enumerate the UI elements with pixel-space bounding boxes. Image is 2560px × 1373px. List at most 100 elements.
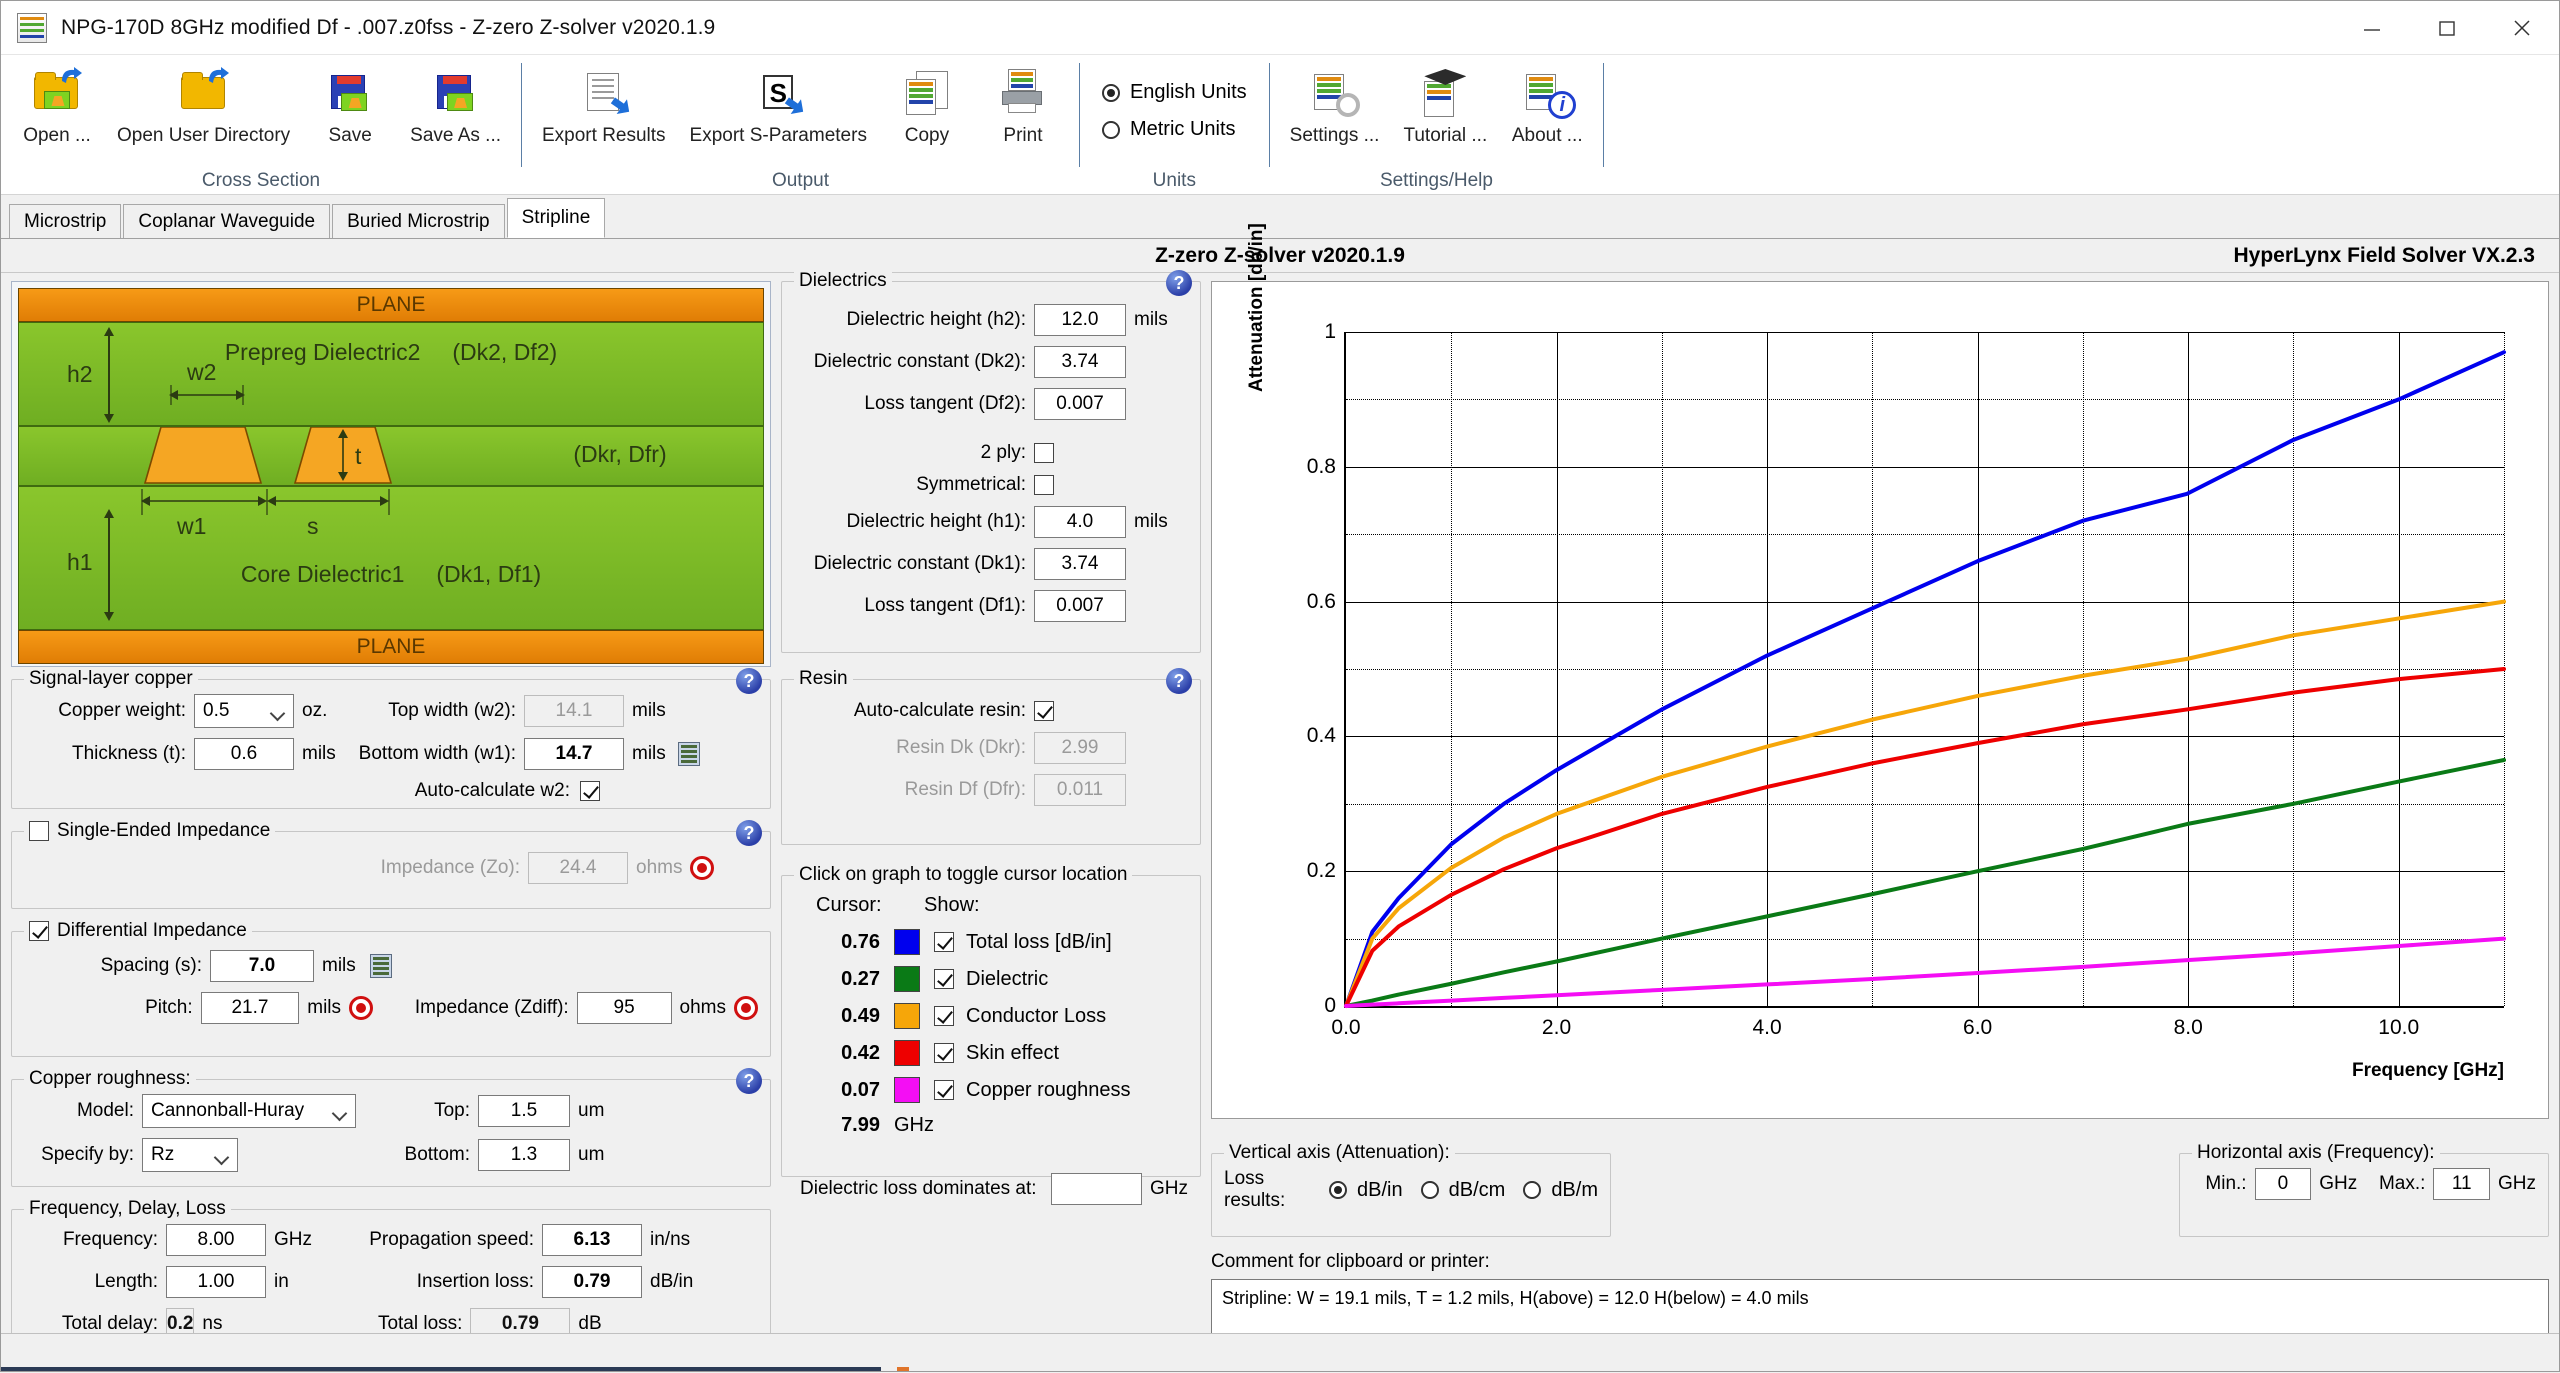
save-button[interactable]: Save: [302, 61, 398, 147]
loss-results-radio-db-m[interactable]: dB/m: [1523, 1179, 1598, 1202]
settings-button[interactable]: Settings ...: [1278, 61, 1392, 147]
show-checkbox-skin-effect[interactable]: [934, 1043, 954, 1063]
tab-stripline[interactable]: Stripline: [506, 198, 606, 238]
roughness-model-select[interactable]: Cannonball-Huray: [142, 1094, 356, 1128]
loss-results-label: Loss results:: [1224, 1168, 1286, 1211]
tab-buried-microstrip-label: Buried Microstrip: [347, 210, 490, 232]
copper-weight-select[interactable]: 0.5: [194, 694, 294, 728]
show-checkbox-total-loss[interactable]: [934, 932, 954, 952]
close-button[interactable]: [2484, 1, 2559, 55]
signal-layer-copper-help-icon[interactable]: ?: [736, 668, 762, 694]
tab-coplanar-waveguide[interactable]: Coplanar Waveguide: [123, 204, 331, 238]
ytick-0-8: 0.8: [1306, 454, 1336, 478]
axis-min-field[interactable]: 0: [2254, 1168, 2312, 1200]
axis-max-field[interactable]: 11: [2433, 1168, 2491, 1200]
show-checkbox-copper-roughness[interactable]: [934, 1080, 954, 1100]
english-units-radio-dot: [1101, 83, 1120, 102]
spacing-calculator-icon[interactable]: [369, 954, 392, 978]
color-swatch-dielectric: [894, 966, 920, 992]
export-results-button[interactable]: Export Results: [530, 61, 678, 147]
series-dielectric: [1346, 760, 2504, 1006]
dielectric-constant-dk2-field[interactable]: 3.74: [1034, 346, 1126, 378]
auto-calculate-w2-checkbox[interactable]: [580, 781, 600, 801]
thickness-field[interactable]: 0.6: [194, 738, 294, 770]
tab-buried-microstrip[interactable]: Buried Microstrip: [332, 204, 505, 238]
window-controls: [2334, 1, 2559, 55]
copy-icon: [898, 67, 956, 119]
impedance-zo-target-icon[interactable]: [690, 856, 715, 880]
dielectric-constant-dk1-field[interactable]: 3.74: [1034, 548, 1126, 580]
length-field[interactable]: 1.00: [166, 1266, 266, 1298]
show-checkbox-dielectric[interactable]: [934, 969, 954, 989]
dielectrics-help-icon[interactable]: ?: [1166, 270, 1192, 296]
open-button[interactable]: Open ...: [9, 61, 105, 147]
save-as-button[interactable]: Save As ...: [398, 61, 513, 147]
loss-tangent-df1-label: Loss tangent (Df1):: [864, 595, 1026, 616]
open-user-directory-button[interactable]: Open User Directory: [105, 61, 302, 147]
axis-max-label: Max.:: [2378, 1173, 2426, 1194]
auto-calculate-resin-checkbox[interactable]: [1034, 701, 1054, 721]
tab-microstrip[interactable]: Microstrip: [9, 204, 122, 238]
dielectric-dominates-field[interactable]: [1050, 1173, 1142, 1205]
open-folder-icon: [28, 67, 86, 119]
application-window: NPG-170D 8GHz modified Df - .007.z0fss -…: [0, 0, 2560, 1372]
loss-tangent-df2-field[interactable]: 0.007: [1034, 388, 1126, 420]
frequency-field[interactable]: 8.00: [166, 1224, 266, 1256]
zdiff-unit: ohms: [679, 997, 726, 1018]
window-title: NPG-170D 8GHz modified Df - .007.z0fss -…: [61, 15, 716, 39]
resin-help-icon[interactable]: ?: [1166, 668, 1192, 694]
two-ply-checkbox[interactable]: [1034, 443, 1054, 463]
copper-roughness-group: Copper roughness: ? Model: Cannonball-Hu…: [11, 1068, 771, 1187]
solver-title: Z-zero Z-solver v2020.1.9: [1155, 243, 1405, 267]
ribbon-toolbar: Open ... Open User Directory Save Save A…: [1, 55, 2559, 195]
export-s-parameters-button[interactable]: S Export S-Parameters: [678, 61, 879, 147]
legend-row-copper-roughness: 0.07 Copper roughness: [816, 1077, 1188, 1103]
ribbon-separator: [521, 63, 522, 167]
print-button[interactable]: Print: [975, 61, 1071, 147]
dielectric-height-h1-field[interactable]: 4.0: [1034, 506, 1126, 538]
maximize-button[interactable]: [2409, 1, 2484, 55]
resin-df-label: Resin Df (Dfr):: [904, 779, 1026, 800]
roughness-top-field[interactable]: 1.5: [478, 1095, 570, 1127]
ribbon-group-output: Export Results S Export S-Parameters Cop…: [530, 55, 1071, 195]
ytick-0-4: 0.4: [1306, 724, 1336, 748]
pitch-target-icon[interactable]: [349, 996, 374, 1020]
loss-results-radio-db-cm[interactable]: dB/cm: [1420, 1179, 1505, 1202]
tutorial-button[interactable]: Tutorial ...: [1391, 61, 1499, 147]
roughness-top-label: Top:: [434, 1100, 470, 1121]
differential-impedance-checkbox[interactable]: [29, 921, 49, 941]
insertion-loss-unit: dB/in: [650, 1271, 694, 1292]
single-ended-help-icon[interactable]: ?: [736, 820, 762, 846]
dielectric-height-h2-field[interactable]: 12.0: [1034, 304, 1126, 336]
zdiff-field[interactable]: 95: [576, 992, 672, 1024]
show-checkbox-conductor-loss[interactable]: [934, 1006, 954, 1026]
dielectric-dominates-unit: GHz: [1150, 1178, 1188, 1199]
loss-results-radio-db-in[interactable]: dB/in: [1329, 1179, 1403, 1202]
copy-button[interactable]: Copy: [879, 61, 975, 147]
differential-impedance-group: Differential Impedance Spacing (s): 7.0 …: [11, 920, 771, 1057]
loss-tangent-df1-field[interactable]: 0.007: [1034, 590, 1126, 622]
roughness-bottom-field[interactable]: 1.3: [478, 1139, 570, 1171]
chart-y-axis-label: Attenuation [db/in]: [1246, 223, 1267, 392]
metric-units-radio[interactable]: Metric Units: [1101, 118, 1247, 141]
copper-roughness-help-icon[interactable]: ?: [736, 1068, 762, 1094]
total-delay-unit: ns: [202, 1313, 223, 1334]
spacing-field[interactable]: 7.0: [210, 950, 314, 982]
xtick-0: 0.0: [1331, 1016, 1361, 1039]
single-ended-impedance-checkbox[interactable]: [29, 821, 49, 841]
english-units-radio[interactable]: English Units: [1101, 81, 1247, 104]
open-user-directory-label: Open User Directory: [117, 125, 291, 146]
bottom-width-field[interactable]: 14.7: [524, 738, 624, 770]
symmetrical-checkbox[interactable]: [1034, 475, 1054, 495]
bottom-width-calculator-icon[interactable]: [677, 742, 700, 766]
about-button[interactable]: i About ...: [1499, 61, 1595, 147]
pitch-field[interactable]: 21.7: [200, 992, 300, 1024]
print-button-label: Print: [1003, 125, 1043, 146]
minimize-button[interactable]: [2334, 1, 2409, 55]
cross-section-diagram: PLANE Prepreg Dielectric2 (Dk2, Df2) h2 …: [11, 281, 771, 667]
attenuation-chart[interactable]: 1 0.8 0.6 0.4 0.2 0 0.0 2.0 4.0 6.0 8.0 …: [1211, 223, 2549, 1119]
zdiff-target-icon[interactable]: [734, 996, 758, 1020]
middle-column: Dielectrics ? Dielectric height (h2): 12…: [781, 270, 1201, 1365]
roughness-specify-select[interactable]: Rz: [142, 1138, 238, 1172]
about-icon: i: [1518, 67, 1577, 119]
